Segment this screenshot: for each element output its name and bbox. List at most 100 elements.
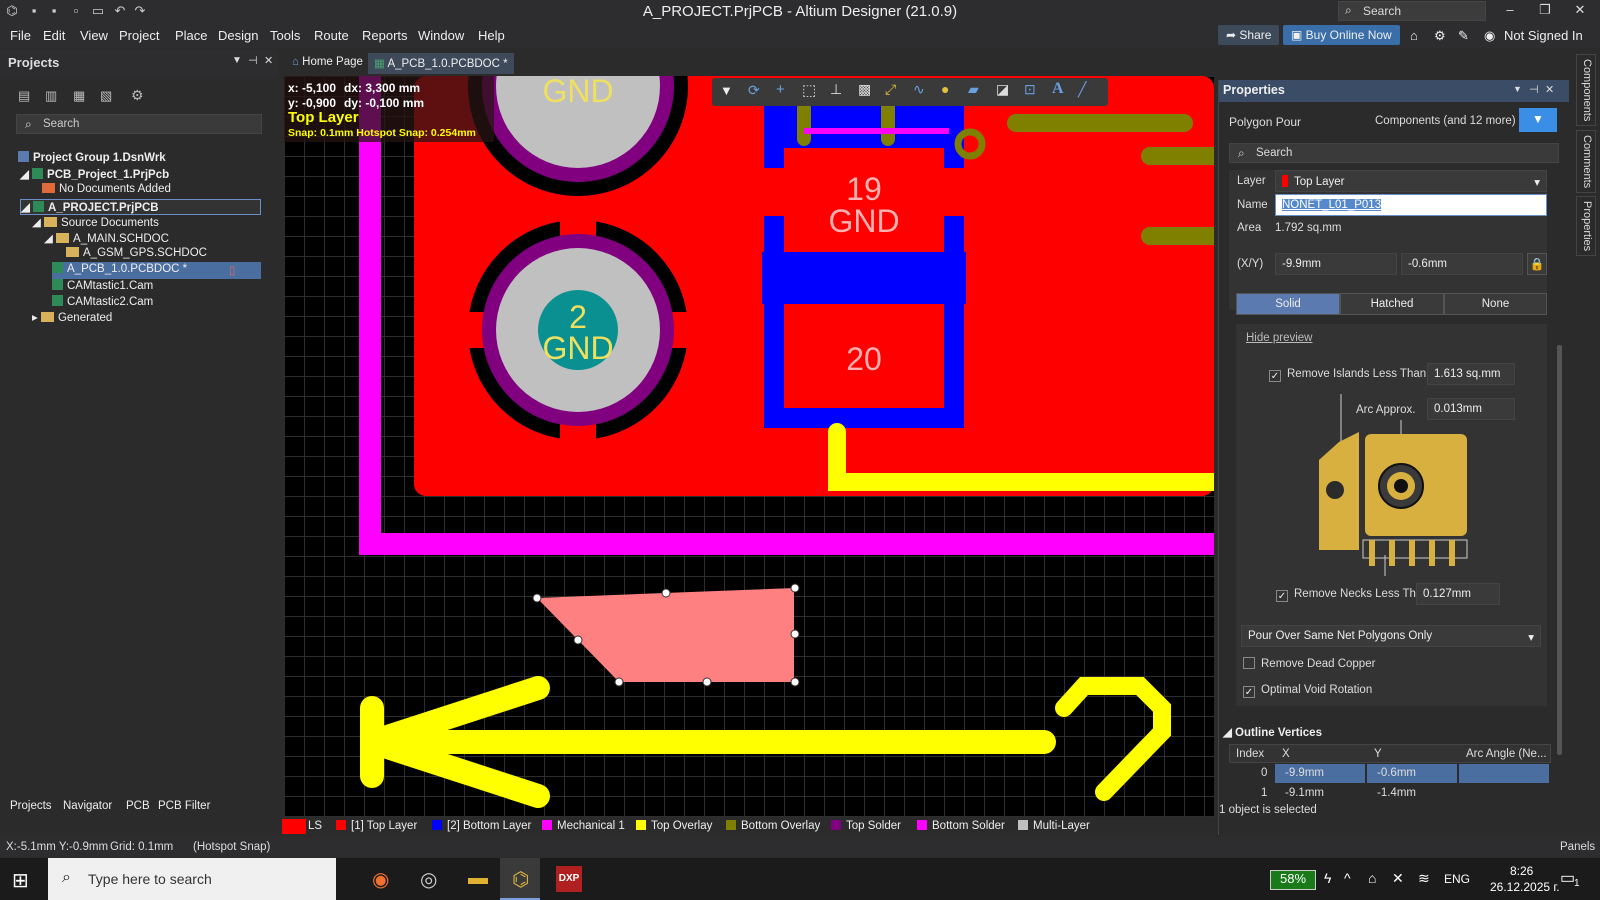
layer-tab-bottom[interactable]: [2] Bottom Layer (432, 820, 531, 832)
notifications-icon[interactable]: ▭ (1560, 868, 1575, 888)
clock-date[interactable]: 26.12.2025 г. (1490, 880, 1560, 894)
panel-menu-icon[interactable]: ▼ (1513, 84, 1522, 94)
vertex-handle[interactable] (790, 583, 800, 593)
pcb-drawing[interactable]: GND 2 GND 19 GND 20 (284, 76, 1214, 817)
menu-view[interactable]: View (80, 28, 108, 43)
vertices-table-row[interactable]: 1 -9.1mm -1.4mm (1229, 784, 1551, 803)
tree-item-pcb-project-1[interactable]: ◢ PCB_Project_1.PrjPcb (20, 167, 169, 183)
tab-home-page[interactable]: ⌂ Home Page (286, 53, 369, 74)
clock-time[interactable]: 8:26 (1510, 864, 1533, 878)
title-search-input[interactable]: ⌕ Search (1338, 1, 1486, 21)
layer-tab-top[interactable]: [1] Top Layer (336, 820, 417, 832)
outline-vertices-header[interactable]: ◢ Outline Vertices (1223, 725, 1322, 739)
diff-pair-icon[interactable]: ∿ (913, 81, 925, 98)
layer-set-button[interactable]: LS (308, 820, 322, 832)
pin-icon[interactable]: ⊣ (1529, 83, 1539, 96)
windows-start-icon[interactable]: ⊞ (12, 868, 29, 893)
panels-button[interactable]: Panels (1560, 841, 1595, 853)
layer-tab-bottom-solder[interactable]: Bottom Solder (917, 820, 1005, 832)
tab-navigator[interactable]: Navigator (63, 800, 112, 812)
tree-item-camtastic2[interactable]: CAMtastic2.Cam (52, 295, 153, 311)
panel-close-icon[interactable]: ✕ (1545, 83, 1554, 96)
tree-item-camtastic1[interactable]: CAMtastic1.Cam (52, 279, 153, 295)
lock-icon[interactable]: 🔒 (1527, 253, 1547, 275)
selected-polygon-pour[interactable] (537, 588, 794, 682)
tree-item-a-main-schdoc[interactable]: ◢ A_MAIN.SCHDOC (44, 231, 169, 247)
menu-tools[interactable]: Tools (270, 28, 300, 43)
user-status[interactable]: Not Signed In (1504, 28, 1583, 43)
current-layer-swatch[interactable] (282, 819, 306, 834)
menu-window[interactable]: Window (418, 28, 464, 43)
tree-item-generated[interactable]: ▸ Generated (32, 310, 112, 326)
layer-tab-mechanical-1[interactable]: Mechanical 1 (542, 820, 625, 832)
tree-item-a-pcb-pcbdoc[interactable]: A_PCB_1.0.PCBDOC * ▯ (52, 262, 261, 279)
name-field[interactable]: NONET_L01_P013 (1275, 194, 1547, 216)
chevron-up-icon[interactable]: ^ (1344, 870, 1351, 886)
open-folder-icon[interactable]: ▦ (73, 88, 85, 104)
remove-islands-checkbox[interactable]: ✓ Remove Islands Less Than (1269, 368, 1426, 382)
select-box-icon[interactable]: ⬚ (802, 81, 816, 99)
x-field[interactable]: -9.9mm (1275, 253, 1397, 275)
filter-icon[interactable]: ▼ (720, 83, 733, 98)
route-icon[interactable]: ⤢ (885, 81, 896, 98)
menu-route[interactable]: Route (314, 28, 349, 43)
tab-projects[interactable]: Projects (10, 800, 52, 812)
settings-icon[interactable]: ⚙ (131, 87, 144, 104)
properties-scrollbar[interactable] (1557, 345, 1562, 755)
compile-icon[interactable]: ▥ (45, 88, 57, 104)
tab-pcb-filter[interactable]: PCB Filter (158, 800, 210, 812)
layer-select[interactable]: Top Layer ▾ (1275, 170, 1547, 192)
side-tab-comments[interactable]: Comments (1576, 130, 1596, 194)
vertex-handle[interactable] (532, 593, 542, 603)
close-button[interactable]: ✕ (1565, 2, 1595, 20)
minimize-button[interactable]: – (1495, 2, 1525, 20)
tree-item-a-gsm-gps-schdoc[interactable]: A_GSM_GPS.SCHDOC (66, 247, 207, 263)
fill-mode-none[interactable]: None (1444, 293, 1547, 315)
optimal-void-checkbox[interactable]: ✓ Optimal Void Rotation (1243, 684, 1372, 698)
menu-file[interactable]: File (10, 28, 31, 43)
select-connection-icon[interactable]: ⟳ (748, 82, 760, 99)
buy-online-button[interactable]: ▣ Buy Online Now (1283, 25, 1400, 45)
altium-taskbar-button[interactable]: ⌬ (500, 858, 540, 900)
language-indicator[interactable]: ENG (1444, 872, 1470, 886)
remove-necks-checkbox[interactable]: ✓ Remove Necks Less Than (1276, 588, 1429, 602)
vertex-handle[interactable] (702, 677, 712, 687)
islands-field[interactable]: 1.613 sq.mm (1427, 363, 1515, 385)
side-tab-components[interactable]: Components (1576, 54, 1596, 127)
properties-search-input[interactable]: ⌕ Search (1229, 143, 1559, 163)
vertices-table-row[interactable]: 0 -9.9mm -0.6mm (1229, 764, 1551, 783)
dxp-icon[interactable]: DXP (556, 866, 582, 892)
tree-item-workspace[interactable]: Project Group 1.DsnWrk (18, 151, 166, 167)
restore-button[interactable]: ❐ (1530, 2, 1560, 20)
place-component-icon[interactable]: ▩ (858, 81, 871, 98)
layer-tab-top-solder[interactable]: Top Solder (831, 820, 901, 832)
layer-tab-multi-layer[interactable]: Multi-Layer (1018, 820, 1090, 832)
close-folder-icon[interactable]: ▧ (100, 88, 112, 104)
vertex-handle[interactable] (661, 588, 671, 598)
vertex-handle[interactable] (614, 677, 624, 687)
vertex-handle[interactable] (573, 635, 583, 645)
filter-button[interactable]: ▼ (1519, 108, 1557, 132)
line-icon[interactable]: ╱ (1078, 81, 1086, 98)
text-icon[interactable]: A (1052, 80, 1064, 98)
layer-tab-bottom-overlay[interactable]: Bottom Overlay (726, 820, 820, 832)
y-field[interactable]: -0.6mm (1401, 253, 1523, 275)
taskbar-search-box[interactable]: ⌕ Type here to search (48, 858, 336, 900)
polygon-icon[interactable]: ▰ (968, 81, 979, 98)
menu-help[interactable]: Help (478, 28, 505, 43)
firefox-icon[interactable]: ◉ (372, 867, 389, 892)
tree-item-a-project[interactable]: ◢ A_PROJECT.PrjPCB (20, 199, 261, 215)
via-icon[interactable]: ● (941, 81, 949, 97)
tab-pcb[interactable]: PCB (126, 800, 150, 812)
menu-project[interactable]: Project (119, 28, 159, 43)
dimension-icon[interactable]: ⊡ (1024, 81, 1036, 98)
menu-reports[interactable]: Reports (362, 28, 408, 43)
menu-place[interactable]: Place (175, 28, 208, 43)
volume-muted-icon[interactable]: ✕ (1392, 870, 1404, 887)
notifications-icon[interactable]: ✎ (1458, 28, 1469, 44)
pour-over-select[interactable]: Pour Over Same Net Polygons Only ▾ (1241, 625, 1541, 647)
pin-icon[interactable]: ⊣ (248, 54, 258, 67)
tab-pcb-document[interactable]: ▦ A_PCB_1.0.PCBDOC * (368, 53, 514, 74)
cross-select-icon[interactable]: + (776, 81, 785, 98)
panel-close-icon[interactable]: ✕ (264, 54, 273, 67)
